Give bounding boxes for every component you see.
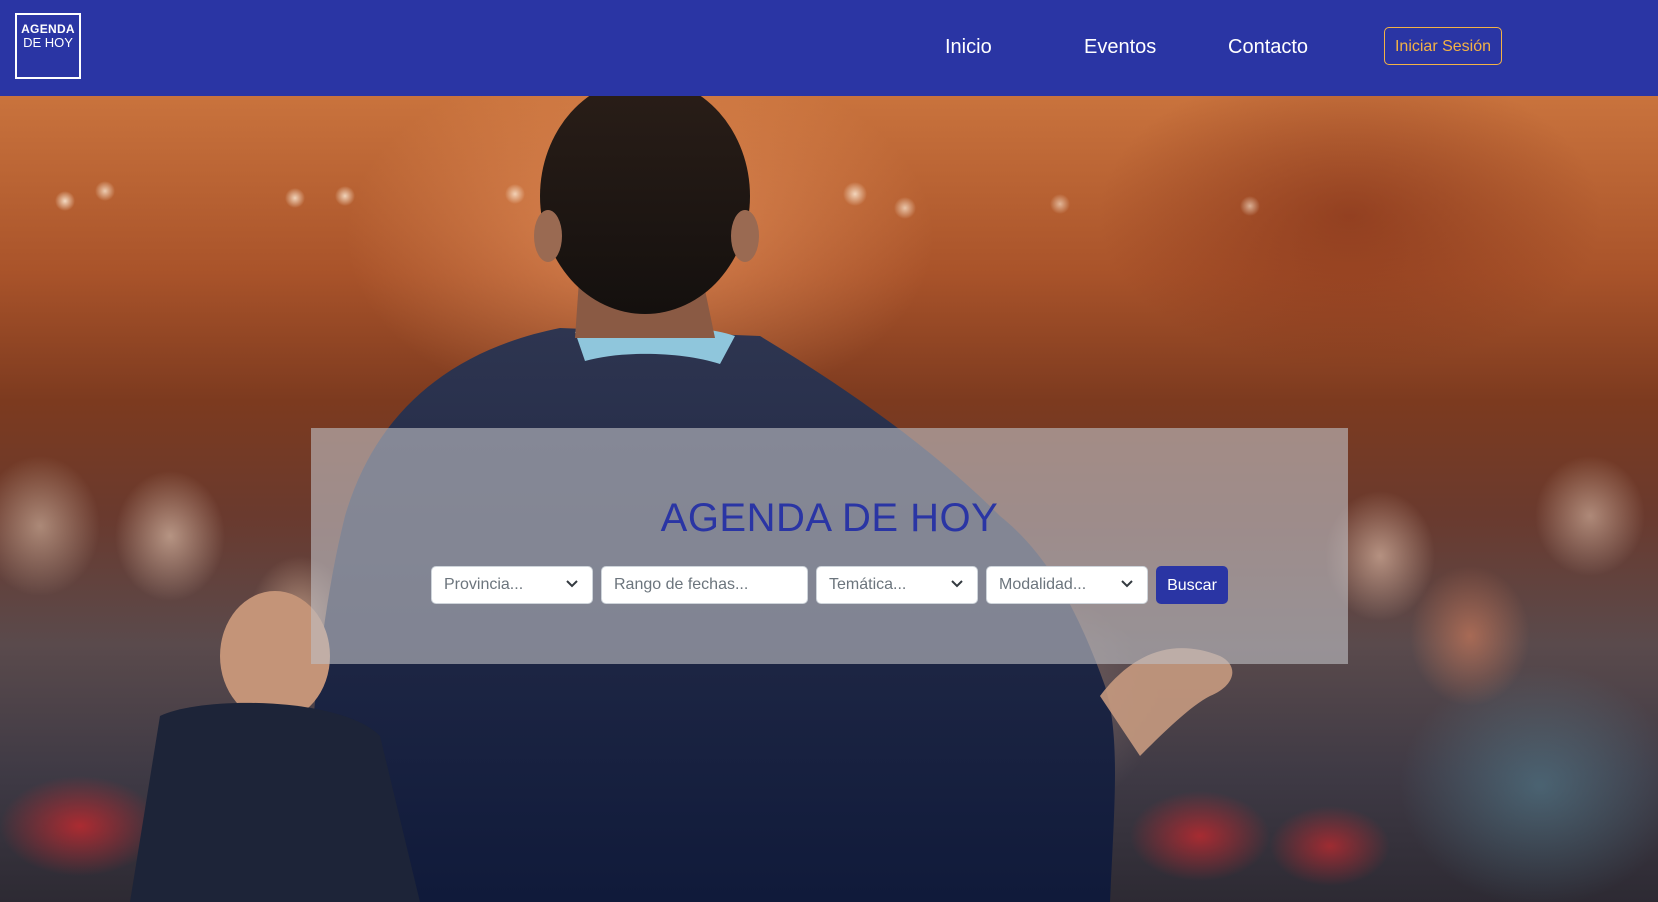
nav-link-contacto[interactable]: Contacto [1228,36,1308,58]
navbar: AGENDA DE HOY Inicio Eventos Contacto In… [0,0,1658,96]
site-logo[interactable]: AGENDA DE HOY [15,13,81,79]
provincia-placeholder: Provincia... [444,576,524,593]
search-panel: AGENDA DE HOY Provincia... Rango de fech… [311,428,1348,664]
hero-section: AGENDA DE HOY Provincia... Rango de fech… [0,96,1658,902]
search-button[interactable]: Buscar [1156,566,1228,604]
chevron-down-icon [1121,580,1133,588]
nav-link-eventos[interactable]: Eventos [1084,36,1156,58]
chevron-down-icon [566,580,578,588]
logo-line-1: AGENDA [21,22,75,36]
hero-title: AGENDA DE HOY [660,496,999,540]
chevron-down-icon [951,580,963,588]
tematica-select[interactable]: Temática... [816,566,978,604]
date-range-input[interactable]: Rango de fechas... [601,566,808,604]
modalidad-placeholder: Modalidad... [999,576,1087,593]
provincia-select[interactable]: Provincia... [431,566,593,604]
date-range-placeholder: Rango de fechas... [614,576,749,593]
modalidad-select[interactable]: Modalidad... [986,566,1148,604]
nav-link-inicio[interactable]: Inicio [945,36,992,58]
tematica-placeholder: Temática... [829,576,907,593]
logo-line-2: DE HOY [23,35,73,50]
login-button[interactable]: Iniciar Sesión [1384,27,1502,65]
